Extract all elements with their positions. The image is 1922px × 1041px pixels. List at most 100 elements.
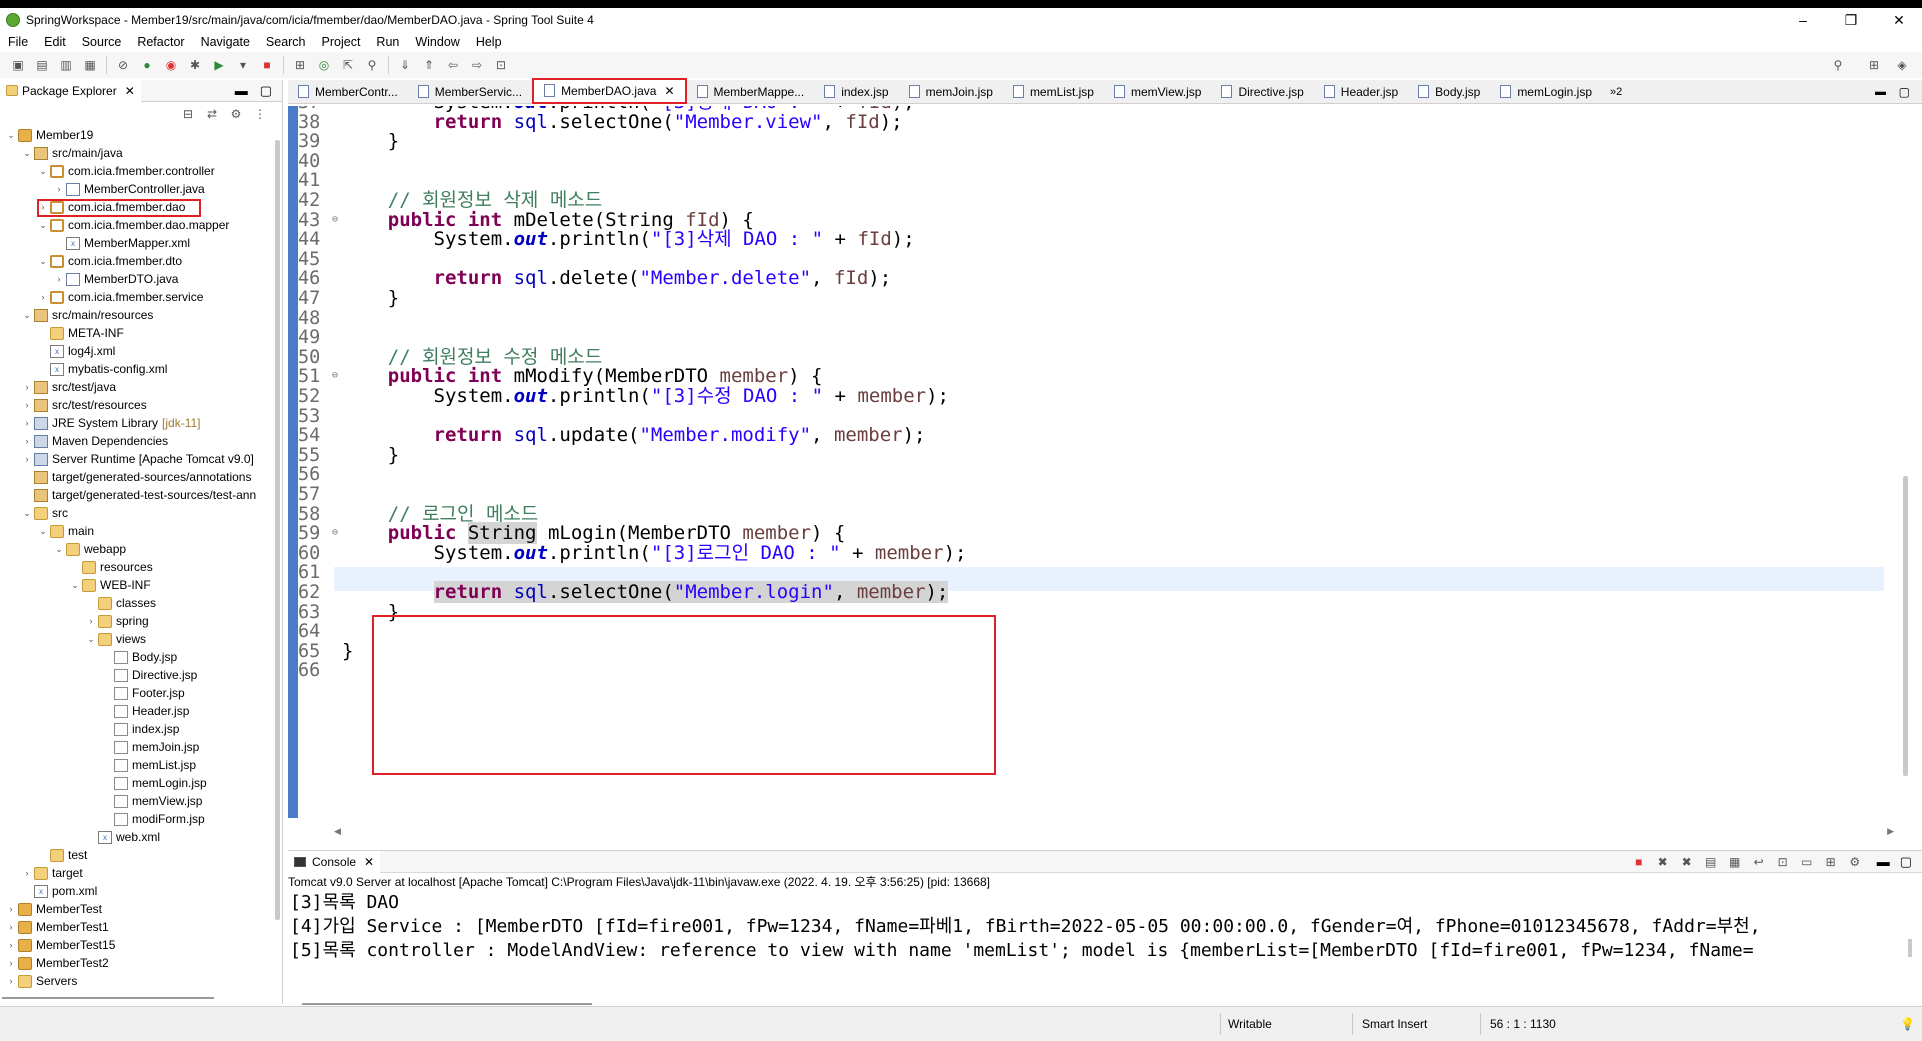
editor-tab[interactable]: Header.jsp [1314, 80, 1408, 104]
collapsed-chevron-icon[interactable]: › [4, 958, 18, 968]
collapsed-chevron-icon[interactable]: › [52, 184, 66, 194]
tree-item[interactable]: target/generated-test-sources/test-ann [20, 486, 256, 504]
run-icon[interactable]: ▶ [210, 56, 228, 74]
expanded-chevron-icon[interactable]: ⌄ [20, 508, 34, 519]
java-perspective-icon[interactable]: ◈ [1893, 56, 1911, 74]
back-icon[interactable]: ⇦ [444, 56, 462, 74]
tree-item[interactable]: ⌄ src [20, 504, 68, 522]
editor-tab[interactable]: Directive.jsp [1211, 80, 1313, 104]
close-icon[interactable]: ✕ [364, 855, 374, 869]
pin-console-icon[interactable]: ⊡ [1774, 853, 1792, 871]
menu-navigate[interactable]: Navigate [193, 35, 258, 49]
expanded-chevron-icon[interactable]: ⌄ [52, 544, 66, 555]
expanded-chevron-icon[interactable]: ⌄ [36, 220, 50, 231]
expanded-chevron-icon[interactable]: ⌄ [4, 130, 18, 141]
maximize-view-icon[interactable]: ▢ [260, 83, 272, 99]
tree-scrollbar[interactable] [275, 140, 280, 920]
editor-tab[interactable]: MemberContr... [288, 80, 408, 104]
tree-item[interactable]: › com.icia.fmember.service [36, 288, 204, 306]
console-tab[interactable]: Console ✕ [288, 850, 381, 873]
tree-item[interactable]: ⌄ com.icia.fmember.dao.mapper [36, 216, 229, 234]
close-icon[interactable]: ✕ [125, 84, 135, 98]
minimize-view-icon[interactable]: ▬ [235, 83, 248, 98]
console-vscrollbar[interactable] [1908, 939, 1912, 957]
tree-item[interactable]: x pom.xml [20, 882, 97, 900]
editor-tab[interactable]: memLogin.jsp [1490, 80, 1602, 104]
prev-annotation-icon[interactable]: ⇑ [420, 56, 438, 74]
tree-item[interactable]: › MemberDTO.java [52, 270, 179, 288]
tree-item[interactable]: › Servers [4, 972, 78, 990]
close-tab-icon[interactable]: ✕ [664, 84, 674, 98]
menu-refactor[interactable]: Refactor [129, 35, 192, 49]
editor-tab[interactable]: memJoin.jsp [899, 80, 1003, 104]
collapsed-chevron-icon[interactable]: › [36, 292, 50, 302]
word-wrap-icon[interactable]: ↩ [1750, 853, 1768, 871]
run-dropdown-icon[interactable]: ▾ [234, 56, 252, 74]
tree-item[interactable]: › src/test/resources [20, 396, 147, 414]
forward-icon[interactable]: ⇨ [468, 56, 486, 74]
clear-console-icon[interactable]: ▤ [1702, 853, 1720, 871]
tree-item[interactable]: ⌄ com.icia.fmember.controller [36, 162, 215, 180]
editor-horizontal-scrollbar[interactable]: ◀ ▶ [334, 826, 1894, 840]
expanded-chevron-icon[interactable]: ⌄ [20, 310, 34, 321]
expanded-chevron-icon[interactable]: ⌄ [36, 166, 50, 177]
server-start-icon[interactable]: ● [138, 56, 156, 74]
debug-icon[interactable]: ✱ [186, 56, 204, 74]
collapsed-chevron-icon[interactable]: › [52, 274, 66, 284]
editor-tab[interactable]: MemberDAO.java ✕ [532, 77, 687, 104]
tree-item[interactable]: ⌄ main [36, 522, 94, 540]
minimize-view-icon[interactable]: ▬ [1877, 854, 1890, 869]
collapsed-chevron-icon[interactable]: › [4, 940, 18, 950]
tree-item[interactable]: memList.jsp [100, 756, 196, 774]
editor-tab[interactable]: MemberServic... [408, 80, 532, 104]
pin-editor-icon[interactable]: ⊡ [492, 56, 510, 74]
tree-item[interactable]: › Server Runtime [Apache Tomcat v9.0] [20, 450, 254, 468]
tree-item[interactable]: ⌄ src/main/resources [20, 306, 153, 324]
menu-help[interactable]: Help [468, 35, 510, 49]
tree-item[interactable]: memJoin.jsp [100, 738, 199, 756]
expanded-chevron-icon[interactable]: ⌄ [36, 526, 50, 537]
tree-item[interactable]: Footer.jsp [100, 684, 185, 702]
save-icon[interactable]: ▤ [33, 56, 51, 74]
terminate-icon[interactable]: ■ [1630, 853, 1648, 871]
spring-boot-icon[interactable]: ◉ [162, 56, 180, 74]
tree-item[interactable]: x web.xml [84, 828, 160, 846]
scroll-lock-icon[interactable]: ▦ [1726, 853, 1744, 871]
remove-launch-icon[interactable]: ✖ [1654, 853, 1672, 871]
tree-item[interactable]: META-INF [36, 324, 124, 342]
stop-icon[interactable]: ■ [258, 56, 276, 74]
tree-item[interactable]: memLogin.jsp [100, 774, 207, 792]
collapsed-chevron-icon[interactable]: › [20, 400, 34, 410]
console-output[interactable]: [3]목록 DAO [4]가입 Service : [MemberDTO [fId… [288, 891, 1922, 963]
collapsed-chevron-icon[interactable]: › [20, 436, 34, 446]
tree-item[interactable]: › Maven Dependencies [20, 432, 169, 450]
open-console-icon[interactable]: ⊞ [1822, 853, 1840, 871]
maximize-view-icon[interactable]: ▢ [1900, 854, 1912, 870]
editor-tab[interactable]: index.jsp [814, 80, 898, 104]
tree-item[interactable]: test [36, 846, 87, 864]
menu-project[interactable]: Project [314, 35, 369, 49]
tree-item[interactable]: target/generated-sources/annotations [20, 468, 251, 486]
new-java-package-icon[interactable]: ⊞ [291, 56, 309, 74]
menu-run[interactable]: Run [368, 35, 407, 49]
tree-item[interactable]: ⌄ views [84, 630, 146, 648]
package-explorer-tab[interactable]: Package Explorer ✕ [0, 79, 141, 102]
tree-item[interactable]: › src/test/java [20, 378, 117, 396]
collapsed-chevron-icon[interactable]: › [20, 454, 34, 464]
tree-item[interactable]: x log4j.xml [36, 342, 115, 360]
tree-item[interactable]: Directive.jsp [100, 666, 197, 684]
print-icon[interactable]: ▦ [81, 56, 99, 74]
expanded-chevron-icon[interactable]: ⌄ [36, 256, 50, 267]
open-type-icon[interactable]: ⇱ [339, 56, 357, 74]
collapsed-chevron-icon[interactable]: › [4, 904, 18, 914]
tree-item[interactable]: memView.jsp [100, 792, 202, 810]
tree-item[interactable]: ⌄ WEB-INF [68, 576, 150, 594]
restore-button[interactable]: ❐ [1828, 8, 1874, 32]
maximize-view-icon[interactable]: ▢ [1899, 85, 1910, 99]
editor-tab[interactable]: memList.jsp [1003, 80, 1104, 104]
tree-item[interactable]: Body.jsp [100, 648, 177, 666]
console-settings-icon[interactable]: ⚙ [1846, 853, 1864, 871]
skip-breakpoints-icon[interactable]: ⊘ [114, 56, 132, 74]
tree-item[interactable]: resources [68, 558, 153, 576]
tree-item[interactable]: modiForm.jsp [100, 810, 205, 828]
